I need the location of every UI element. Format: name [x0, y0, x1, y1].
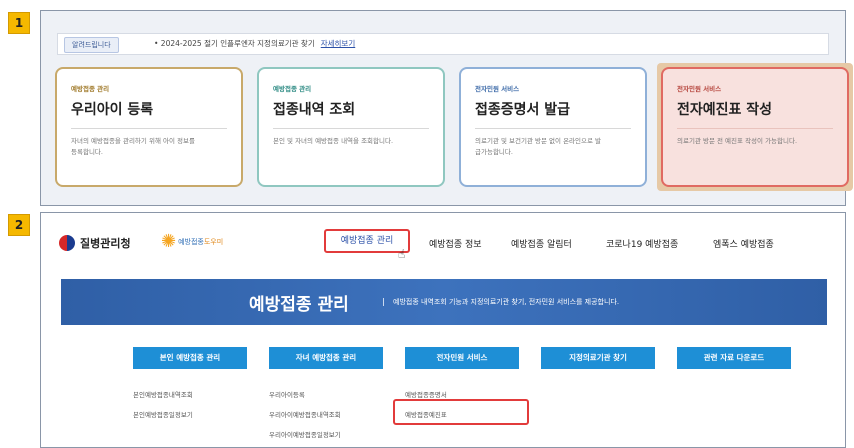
step-badge-2: 2	[8, 214, 30, 236]
vaccine-helper-logo[interactable]: ✺ 예방접종도우미	[161, 233, 223, 251]
vaccine-helper-logo-text: 예방접종도우미	[178, 237, 223, 247]
menu-civil-service[interactable]: 전자민원 서비스	[405, 347, 519, 369]
submenu-child-history[interactable]: 우리아이예방접종내역조회	[269, 409, 341, 419]
hero-subtitle: 예방접종 내역조회 기능과 지정의료기관 찾기, 전자민원 서비스를 제공합니다…	[393, 298, 620, 306]
kdca-emblem-icon	[59, 235, 75, 251]
notice-label: 알려드립니다	[64, 37, 119, 53]
card-title: 접종증명서 발급	[475, 102, 571, 118]
gnb-mpox-vaccination[interactable]: 엠폭스 예방접종	[713, 237, 774, 250]
submenu-child-schedule[interactable]: 우리아이예방접종일정보기	[269, 429, 341, 439]
submenu-e-questionnaire[interactable]: 예방접종예진표	[405, 409, 447, 419]
gnb-covid19-vaccination[interactable]: 코로나19 예방접종	[606, 237, 678, 250]
menu-page-panel: 질병관리청 ✺ 예방접종도우미 예방접종 관리 ☝ 예방접종 정보 예방접종 알…	[40, 212, 846, 448]
submenu-self-schedule[interactable]: 본인예방접종일정보기	[133, 409, 193, 419]
submenu-certificate[interactable]: 예방접종증명서	[405, 389, 447, 399]
step-badge-1: 1	[8, 12, 30, 34]
card-category: 전자민원 서비스	[475, 85, 520, 93]
card-divider	[677, 128, 833, 129]
main-page-panel: 알려드립니다 • 2024-2025 절기 인플루엔자 지정의료기관 찾기 자세히…	[40, 10, 853, 206]
card-title: 전자예진표 작성	[677, 102, 773, 118]
logo-text-left: 예방접종	[178, 238, 204, 246]
card-certificate-issue[interactable]: 전자민원 서비스 접종증명서 발급 의료기관 및 보건기관 방문 없이 온라인으…	[459, 67, 647, 187]
notice-text: • 2024-2025 절기 인플루엔자 지정의료기관 찾기 자세히보기	[154, 38, 355, 49]
submenu-child-register[interactable]: 우리아이등록	[269, 389, 305, 399]
card-divider	[475, 128, 631, 129]
sun-icon: ✺	[161, 231, 177, 252]
hand-cursor-icon: ☝	[398, 247, 406, 261]
card-description: 의료기관 및 보건기관 방문 없이 온라인으로 발급가능합니다.	[475, 137, 602, 156]
card-description: 의료기관 방문 전 예진표 작성이 가능합니다.	[677, 137, 798, 145]
menu-child-vaccination[interactable]: 자녀 예방접종 관리	[269, 347, 383, 369]
menu-self-vaccination[interactable]: 본인 예방접종 관리	[133, 347, 247, 369]
card-title: 접종내역 조회	[273, 102, 356, 118]
gnb-label: 예방접종 관리	[340, 236, 394, 246]
card-description: 자녀의 예방접종을 관리하기 위해 아이 정보를 등록합니다.	[71, 137, 195, 156]
logo-text-right: 도우미	[203, 238, 224, 246]
kdca-logo[interactable]: 질병관리청	[59, 235, 131, 251]
card-history-lookup[interactable]: 예방접종 관리 접종내역 조회 본인 및 자녀의 예방접종 내역을 조회합니다.	[257, 67, 445, 187]
card-category: 전자민원 서비스	[677, 85, 722, 93]
notice-more-link[interactable]: 자세히보기	[321, 39, 356, 48]
hero-title: 예방접종 관리	[249, 295, 349, 315]
card-e-questionnaire[interactable]: 전자민원 서비스 전자예진표 작성 의료기관 방문 전 예진표 작성이 가능합니…	[661, 67, 849, 187]
menu-find-clinic[interactable]: 지정의료기관 찾기	[541, 347, 655, 369]
notice-message: • 2024-2025 절기 인플루엔자 지정의료기관 찾기	[154, 39, 315, 48]
card-divider	[273, 128, 429, 129]
gnb-vaccination-alerts[interactable]: 예방접종 알림터	[511, 237, 572, 250]
kdca-logo-text: 질병관리청	[80, 237, 131, 250]
menu-download-materials[interactable]: 관련 자료 다운로드	[677, 347, 791, 369]
notice-bar: 알려드립니다 • 2024-2025 절기 인플루엔자 지정의료기관 찾기 자세히…	[57, 33, 829, 55]
hero-divider	[383, 298, 384, 306]
submenu-self-history[interactable]: 본인예방접종내역조회	[133, 389, 193, 399]
card-register-child[interactable]: 예방접종 관리 우리아이 등록 자녀의 예방접종을 관리하기 위해 아이 정보를…	[55, 67, 243, 187]
card-category: 예방접종 관리	[273, 85, 312, 93]
gnb-vaccination-info[interactable]: 예방접종 정보	[429, 237, 482, 250]
hero-banner: 예방접종 관리 예방접종 내역조회 기능과 지정의료기관 찾기, 전자민원 서비…	[61, 279, 827, 325]
card-divider	[71, 128, 227, 129]
card-title: 우리아이 등록	[71, 102, 154, 118]
card-description: 본인 및 자녀의 예방접종 내역을 조회합니다.	[273, 137, 394, 145]
card-category: 예방접종 관리	[71, 85, 110, 93]
